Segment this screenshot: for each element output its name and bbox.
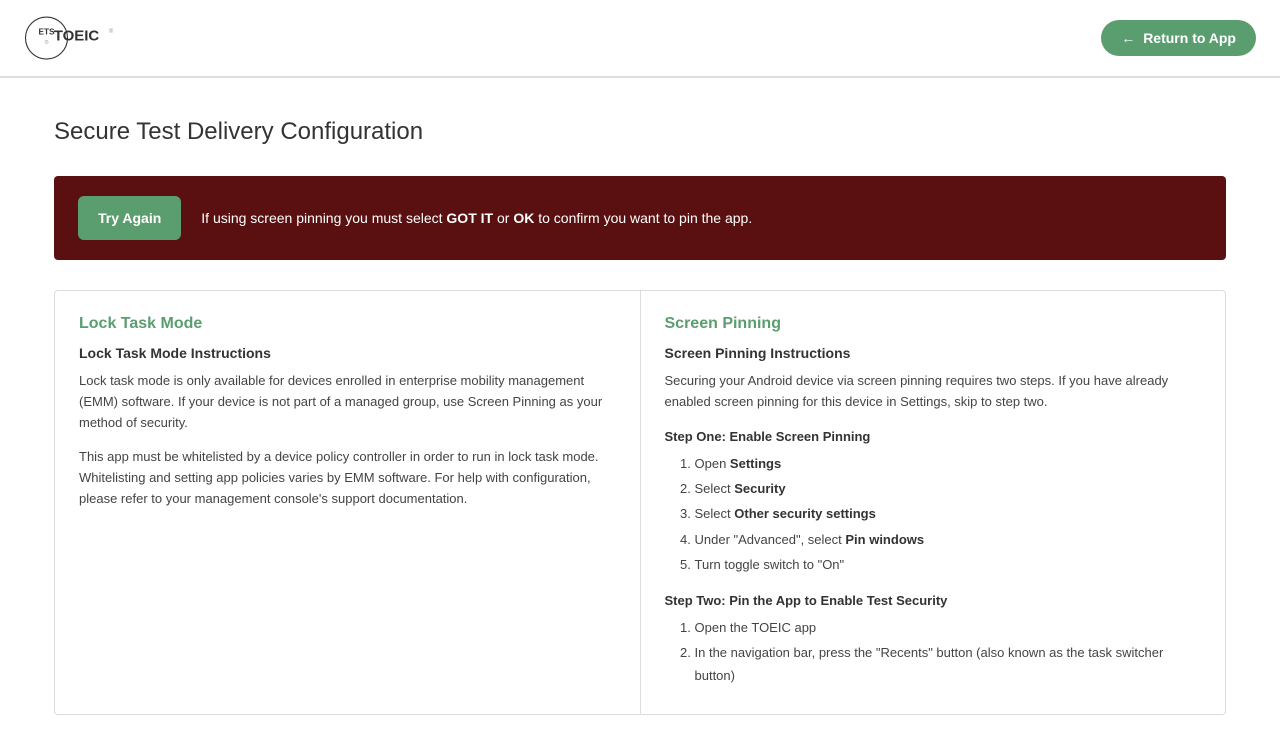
step-two-heading: Step Two: Pin the App to Enable Test Sec…	[665, 593, 1202, 608]
list-item: Under "Advanced", select Pin windows	[695, 528, 1202, 551]
got-it-text: GOT IT	[446, 210, 493, 226]
lock-task-title: Lock Task Mode	[79, 315, 616, 333]
svg-text:®: ®	[109, 28, 114, 35]
svg-text:ETS: ETS	[38, 27, 55, 36]
arrow-left-icon: ←	[1121, 30, 1135, 46]
list-item: Select Security	[695, 477, 1202, 500]
warning-box: Try Again If using screen pinning you mu…	[54, 176, 1226, 260]
warning-text-after: to confirm you want to pin the app.	[534, 210, 752, 226]
two-columns-container: Lock Task Mode Lock Task Mode Instructio…	[54, 290, 1226, 715]
ets-toeic-logo: ETS ® TOEIC ®	[24, 8, 114, 68]
other-security-bold: Other security settings	[734, 506, 876, 521]
lock-task-body2: This app must be whitelisted by a device…	[79, 447, 616, 509]
page-header: ETS ® TOEIC ® ← Return to App	[0, 0, 1280, 78]
logo-container: ETS ® TOEIC ®	[24, 8, 114, 68]
main-content: Secure Test Delivery Configuration Try A…	[0, 78, 1280, 755]
list-item: Open Settings	[695, 452, 1202, 475]
lock-task-column: Lock Task Mode Lock Task Mode Instructio…	[55, 291, 641, 714]
svg-text:TOEIC: TOEIC	[54, 27, 100, 44]
step-one-list: Open Settings Select Security Select Oth…	[665, 452, 1202, 577]
return-btn-label: Return to App	[1143, 30, 1236, 46]
warning-message: If using screen pinning you must select …	[201, 208, 752, 229]
list-item: Select Other security settings	[695, 502, 1202, 525]
step-one-heading: Step One: Enable Screen Pinning	[665, 429, 1202, 444]
svg-text:®: ®	[45, 39, 49, 46]
settings-bold: Settings	[730, 456, 781, 471]
ok-text: OK	[513, 210, 534, 226]
warning-text-between: or	[493, 210, 513, 226]
return-to-app-button[interactable]: ← Return to App	[1101, 20, 1256, 56]
list-item: Turn toggle switch to "On"	[695, 553, 1202, 576]
warning-text-before: If using screen pinning you must select	[201, 210, 446, 226]
list-item: Open the TOEIC app	[695, 616, 1202, 639]
security-bold: Security	[734, 481, 785, 496]
screen-pinning-column: Screen Pinning Screen Pinning Instructio…	[641, 291, 1226, 714]
lock-task-body1: Lock task mode is only available for dev…	[79, 371, 616, 433]
screen-pinning-subtitle: Screen Pinning Instructions	[665, 345, 1202, 361]
screen-pinning-title: Screen Pinning	[665, 315, 1202, 333]
page-title: Secure Test Delivery Configuration	[54, 118, 1226, 146]
screen-pinning-intro: Securing your Android device via screen …	[665, 371, 1202, 413]
step-two-list: Open the TOEIC app In the navigation bar…	[665, 616, 1202, 688]
lock-task-subtitle: Lock Task Mode Instructions	[79, 345, 616, 361]
list-item: In the navigation bar, press the "Recent…	[695, 641, 1202, 688]
pin-windows-bold: Pin windows	[845, 532, 924, 547]
try-again-button[interactable]: Try Again	[78, 196, 181, 240]
